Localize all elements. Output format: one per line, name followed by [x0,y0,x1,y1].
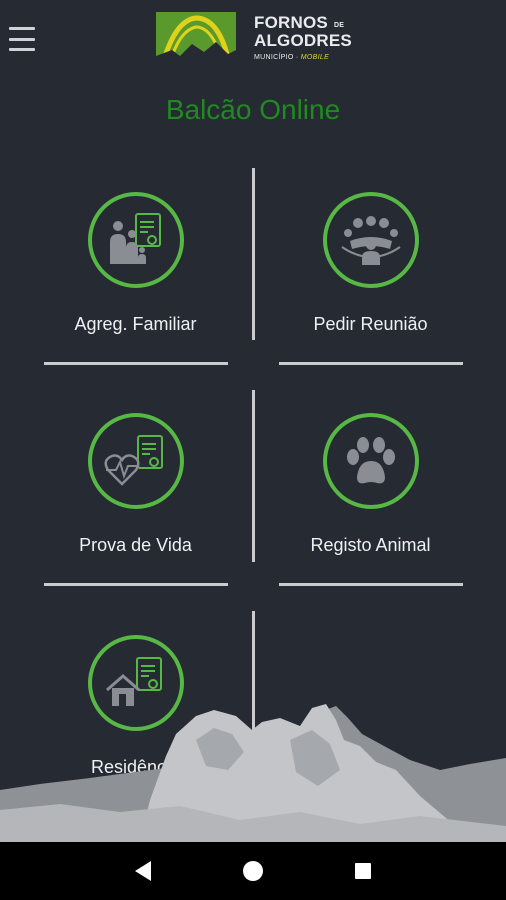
logo-de: DE [333,22,345,29]
grid-divider-horizontal [279,583,463,586]
grid-divider-vertical [252,390,255,562]
service-tile-pedir-reuniao[interactable]: Pedir Reunião [279,192,462,335]
home-icon[interactable] [236,854,270,888]
heartbeat-document-icon [87,413,184,509]
service-tile-agreg-familiar[interactable]: Agreg. Familiar [44,192,227,335]
service-label: Agreg. Familiar [74,314,197,334]
service-tile-prova-de-vida[interactable]: Prova de Vida [44,413,227,556]
grid-divider-vertical [252,168,255,340]
recents-icon[interactable] [346,854,380,888]
service-tile-registo-animal[interactable]: Registo Animal [279,413,462,556]
grid-divider-horizontal [44,362,228,365]
menu-bar [9,37,35,41]
logo-sub: MUNICÍPIO [254,54,294,61]
logo-sub-separator: · [293,54,301,61]
menu-button[interactable] [9,25,35,53]
grid-divider-horizontal [44,583,228,586]
municipality-logo: FORNOS DE ALGODRES MUNICÍPIO · MOBILE [156,12,356,76]
page-title: Balcão Online [165,94,341,125]
logo-mobile: MOBILE [300,54,330,61]
grid-divider-horizontal [279,362,463,365]
back-icon[interactable] [126,854,160,888]
logo-line1: FORNOS [254,13,328,32]
logo-text: FORNOS DE ALGODRES MUNICÍPIO · MOBILE [254,13,352,62]
paw-icon [322,413,419,509]
logo-line2: ALGODRES [254,31,352,50]
service-label: Registo Animal [310,535,431,555]
menu-bar [9,48,35,51]
landscape-illustration [0,704,506,842]
logo-mark-icon [156,12,236,74]
service-label: Pedir Reunião [313,314,428,334]
system-navigation-bar [0,842,506,900]
menu-bar [9,27,35,30]
service-label: Prova de Vida [79,535,192,555]
family-document-icon [87,192,184,288]
meeting-group-icon [322,192,419,288]
